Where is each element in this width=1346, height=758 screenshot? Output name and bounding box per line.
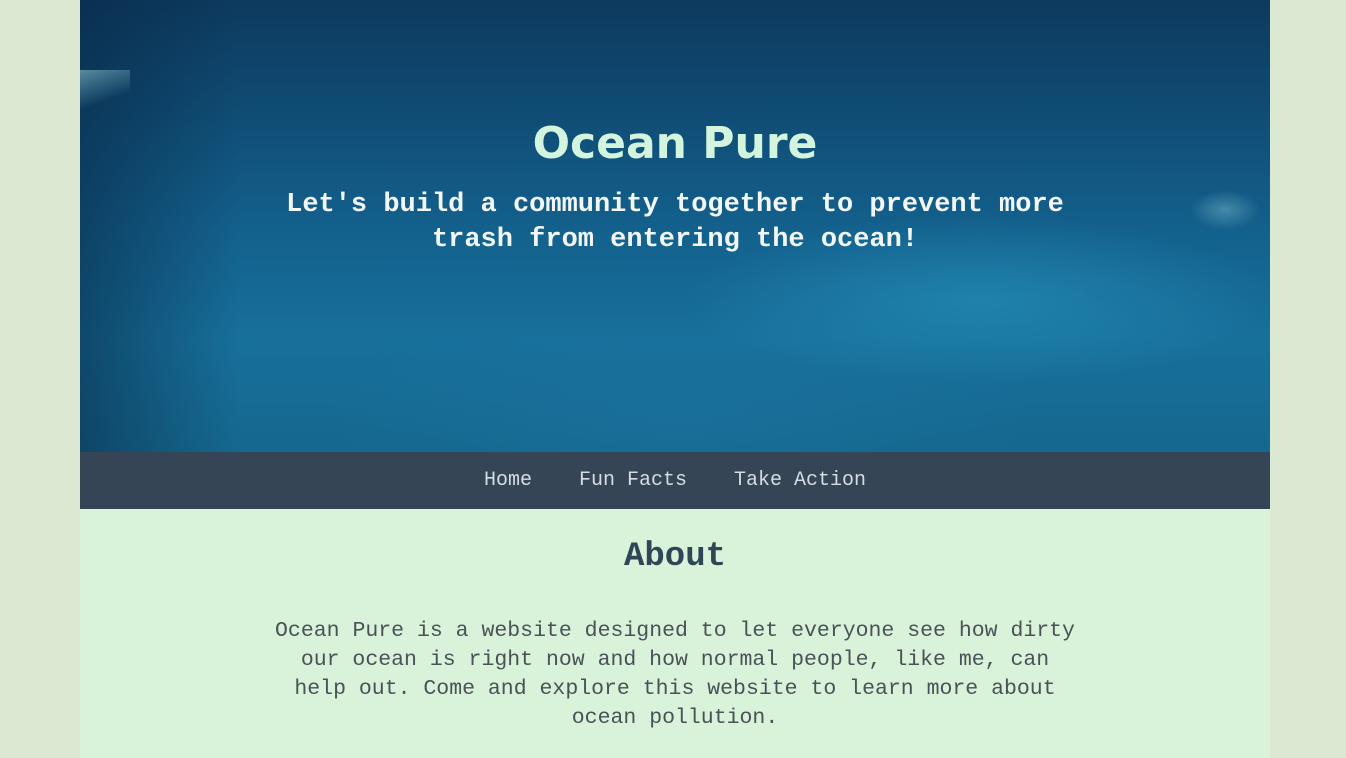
nav-link-home[interactable]: Home <box>484 469 532 492</box>
hero-tagline: Let's build a community together to prev… <box>286 190 1064 255</box>
about-description: Ocean Pure is a website designed to let … <box>275 619 1075 730</box>
hero-wave-highlight <box>80 70 130 110</box>
nav-link-take-action[interactable]: Take Action <box>734 469 866 492</box>
hero-banner: Ocean Pure Let's build a community toget… <box>80 0 1270 452</box>
page-container: Ocean Pure Let's build a community toget… <box>80 0 1270 758</box>
about-heading: About <box>623 538 727 576</box>
hero-light-highlight <box>1190 190 1260 230</box>
nav-link-fun-facts[interactable]: Fun Facts <box>579 469 687 492</box>
site-title: Ocean Pure <box>532 118 818 169</box>
hero-shade <box>80 0 240 452</box>
main-navigation: Home Fun Facts Take Action <box>80 452 1270 509</box>
